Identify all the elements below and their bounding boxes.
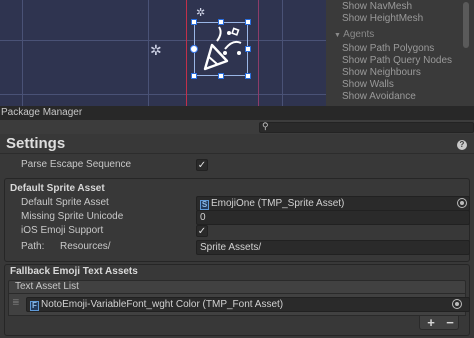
default-sprite-asset-value: EmojiOne (TMP_Sprite Asset): [211, 198, 345, 209]
default-sprite-section-title: Default Sprite Asset: [10, 183, 105, 194]
pivot-handle[interactable]: [190, 45, 198, 53]
default-sprite-asset-label: Default Sprite Asset: [21, 197, 109, 208]
help-icon[interactable]: ?: [457, 140, 467, 150]
ios-emoji-checkbox[interactable]: ✓: [196, 225, 208, 237]
agents-header-label: Agents: [343, 29, 375, 40]
object-picker-icon[interactable]: [457, 198, 467, 208]
grid-line: [22, 0, 23, 106]
anchor-icon[interactable]: ✲: [196, 6, 205, 19]
canvas-bound-line: [258, 0, 259, 106]
search-input[interactable]: [259, 122, 474, 133]
list-header[interactable]: Text Asset List: [8, 280, 466, 294]
navmesh-gizmo-panel: Show NavMesh Show HeightMesh ▼ Agents Sh…: [326, 0, 474, 106]
path-field[interactable]: Sprite Assets/: [196, 240, 470, 255]
drag-handle-icon[interactable]: ═ ═: [13, 297, 20, 308]
path-prefix: Resources/: [60, 241, 111, 252]
scrollbar[interactable]: [463, 2, 469, 48]
parse-escape-checkbox[interactable]: ✓: [196, 159, 208, 171]
list-item[interactable]: F NotoEmoji-VariableFont_wght Color (TMP_…: [26, 297, 470, 312]
divider: [0, 153, 474, 154]
grid-line: [282, 0, 283, 106]
canvas-bound-line: [186, 0, 187, 106]
grid-line: [148, 0, 149, 106]
resize-handle[interactable]: [245, 46, 251, 52]
default-sprite-asset-field[interactable]: S EmojiOne (TMP_Sprite Asset): [196, 196, 470, 211]
search-icon: ⚲: [262, 121, 269, 131]
window-tab[interactable]: Package Manager: [0, 106, 474, 120]
gizmo-item-show-heightmesh[interactable]: Show HeightMesh: [342, 13, 423, 25]
agents-header[interactable]: ▼ Agents: [334, 29, 374, 41]
fallback-section-title: Fallback Emoji Text Assets: [10, 266, 138, 277]
gizmo-item-show-walls[interactable]: Show Walls: [342, 79, 394, 91]
party-popper-icon: [203, 26, 242, 71]
text-asset-list-label: Text Asset List: [15, 281, 79, 292]
object-picker-icon[interactable]: [452, 299, 462, 309]
chevron-down-icon: ▼: [334, 32, 341, 39]
editor-root: ✲ ✲ Show NavMesh Show HeightMesh ▼ Agent…: [0, 0, 474, 338]
resize-handle[interactable]: [218, 19, 224, 25]
grid-line: [0, 94, 326, 95]
page-title: Settings: [6, 135, 66, 152]
resize-handle[interactable]: [191, 73, 197, 79]
ios-emoji-label: iOS Emoji Support: [21, 225, 104, 236]
grid-line: [0, 40, 326, 41]
add-item-button[interactable]: +: [424, 315, 438, 330]
selection-rect[interactable]: [194, 22, 248, 76]
missing-unicode-field[interactable]: 0: [196, 210, 470, 225]
font-asset-value: NotoEmoji-VariableFont_wght Color (TMP_F…: [41, 299, 284, 310]
gizmo-item-show-path-polygons[interactable]: Show Path Polygons: [342, 43, 434, 55]
gizmo-item-show-path-query-nodes[interactable]: Show Path Query Nodes: [342, 55, 452, 67]
scene-view[interactable]: ✲ ✲: [0, 0, 326, 106]
remove-item-button[interactable]: −: [443, 315, 457, 330]
resize-handle[interactable]: [245, 73, 251, 79]
resize-handle[interactable]: [245, 19, 251, 25]
gizmo-item-show-neighbours[interactable]: Show Neighbours: [342, 67, 421, 79]
path-label: Path:: [21, 241, 45, 252]
resize-handle[interactable]: [191, 19, 197, 25]
gizmo-item-show-navmesh[interactable]: Show NavMesh: [342, 1, 412, 13]
parse-escape-label: Parse Escape Sequence: [21, 159, 132, 170]
font-asset-icon: F: [30, 301, 39, 311]
resize-handle[interactable]: [218, 73, 224, 79]
sprite-asset-icon: S: [200, 200, 209, 210]
pivot-anchor-icon[interactable]: ✲: [150, 42, 162, 59]
missing-unicode-label: Missing Sprite Unicode: [21, 211, 124, 222]
gizmo-item-show-avoidance[interactable]: Show Avoidance: [342, 91, 416, 103]
